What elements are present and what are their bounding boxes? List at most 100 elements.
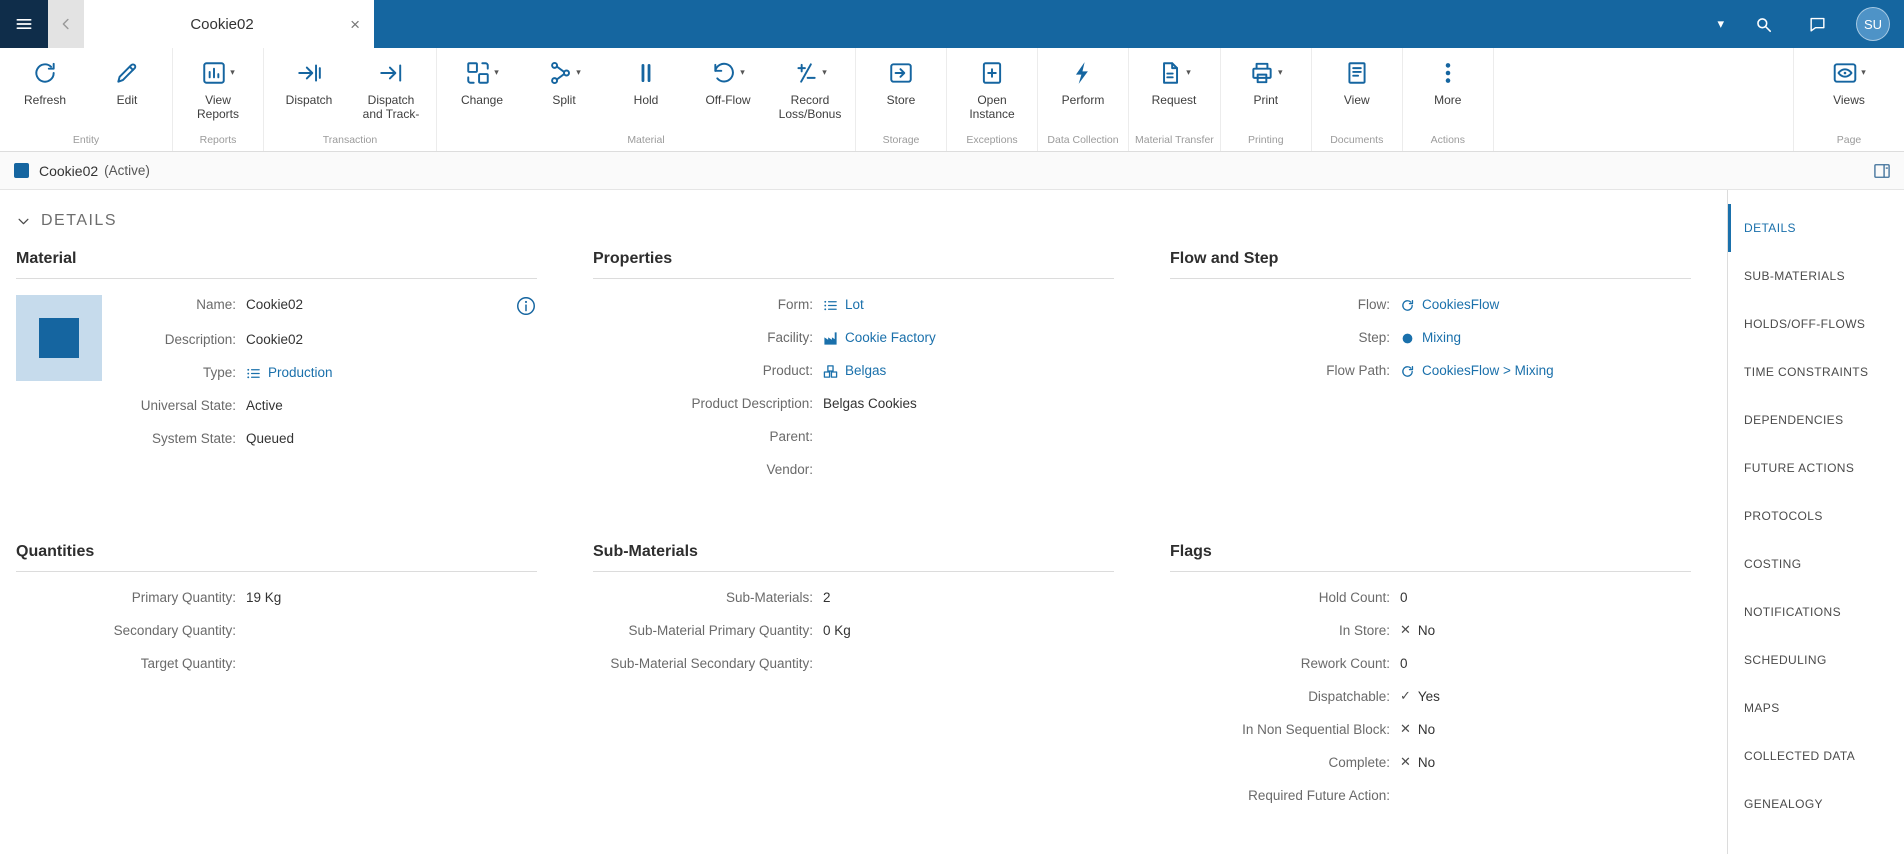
toolbar-group-label: Exceptions — [966, 134, 1018, 146]
tab-cookie02[interactable]: Cookie02 × — [84, 0, 374, 48]
refresh-icon — [32, 60, 58, 86]
toolbar-button-view-reports[interactable]: ▾ View Reports — [177, 56, 259, 130]
user-avatar[interactable]: SU — [1856, 7, 1890, 41]
sidebar-item-protocols[interactable]: PROTOCOLS — [1728, 492, 1904, 540]
sidebar-item-scheduling[interactable]: SCHEDULING — [1728, 636, 1904, 684]
mixing-link[interactable]: Mixing — [1400, 328, 1461, 348]
toolbar-group-documents: View Documents — [1312, 48, 1403, 151]
panel-properties: Properties Form: Lot Facility: Cookie Factor… — [593, 250, 1114, 493]
tab-strip: Cookie02 × — [48, 0, 374, 48]
field-secondary-quantity: Secondary Quantity: — [16, 621, 537, 641]
toolbar-button-label: Record Loss/Bonus — [778, 93, 842, 121]
details-section-header[interactable]: DETAILS — [0, 190, 1727, 246]
field-sub-material-secondary-quantity: Sub-Material Secondary Quantity: — [593, 654, 1114, 674]
field-label: Product: — [762, 363, 813, 378]
panel-title: Quantities — [16, 543, 537, 572]
caret-down-icon: ▾ — [740, 68, 745, 78]
field-dispatchable-value: ✓ Yes — [1400, 687, 1440, 707]
toolbar-button-edit[interactable]: Edit — [86, 56, 168, 130]
toolbar-button-request[interactable]: ▾ Request — [1133, 56, 1215, 130]
open-instance-icon — [979, 60, 1005, 86]
factory-icon — [823, 331, 838, 346]
sidebar-item-genealogy[interactable]: GENEALOGY — [1728, 780, 1904, 828]
info-icon[interactable] — [515, 295, 537, 317]
toolbar-button-more[interactable]: More — [1407, 56, 1489, 130]
field-label: Name: — [196, 297, 236, 312]
toolbar-group-label: Data Collection — [1047, 134, 1119, 146]
caret-down-icon: ▾ — [1861, 68, 1866, 78]
messages-button[interactable] — [1802, 9, 1832, 39]
toolbar-group-actions: More Actions — [1403, 48, 1494, 151]
hamburger-menu-button[interactable] — [0, 0, 48, 48]
sidebar-item-sub-materials[interactable]: SUB-MATERIALS — [1728, 252, 1904, 300]
toolbar-button-refresh[interactable]: Refresh — [4, 56, 86, 130]
x-mark-icon: ✕ — [1400, 755, 1411, 770]
toolbar-button-store[interactable]: Store — [860, 56, 942, 130]
panel-flow-and-step: Flow and Step Flow: CookiesFlow Step: Mixing… — [1170, 250, 1691, 493]
toolbar-button-dispatch-and-track[interactable]: Dispatch and Track- — [350, 56, 432, 130]
toolbar-group-label: Actions — [1430, 134, 1465, 146]
toolbar-button-hold[interactable]: Hold — [605, 56, 687, 130]
toolbar-button-record-loss-bonus[interactable]: ▾ Record Loss/Bonus — [769, 56, 851, 130]
back-button[interactable] — [48, 0, 84, 48]
toolbar-button-label: Open Instance — [969, 93, 1015, 121]
sidebar-item-collected-data[interactable]: COLLECTED DATA — [1728, 732, 1904, 780]
field-label: Description: — [164, 332, 236, 347]
field-complete: Complete: ✕ No — [1170, 753, 1691, 773]
sidebar-item-notifications[interactable]: NOTIFICATIONS — [1728, 588, 1904, 636]
search-button[interactable] — [1748, 9, 1778, 39]
caret-down-icon: ▾ — [576, 68, 581, 78]
toolbar-button-label: Off-Flow — [705, 93, 751, 107]
request-icon — [1157, 60, 1183, 86]
sidebar-item-maps[interactable]: MAPS — [1728, 684, 1904, 732]
toolbar-button-dispatch[interactable]: Dispatch — [268, 56, 350, 130]
field-sub-materials-value: 2 — [823, 590, 831, 605]
field-label: In Non Sequential Block: — [1242, 722, 1390, 737]
cookiesflow-link[interactable]: CookiesFlow — [1400, 295, 1499, 315]
toolbar-button-view[interactable]: View — [1316, 56, 1398, 130]
sidebar-item-details[interactable]: DETAILS — [1728, 204, 1904, 252]
toolbar-button-change[interactable]: ▾ Change — [441, 56, 523, 130]
field-label: Rework Count: — [1300, 656, 1390, 671]
toolbar-button-print[interactable]: ▾ Print — [1225, 56, 1307, 130]
production-link[interactable]: Production — [246, 363, 333, 383]
toolbar-button-label: Perform — [1061, 93, 1105, 107]
sidebar-item-future-actions[interactable]: FUTURE ACTIONS — [1728, 444, 1904, 492]
field-label: Target Quantity: — [140, 656, 236, 671]
toolbar-button-perform[interactable]: Perform — [1042, 56, 1124, 130]
toolbar-group-label: Printing — [1247, 134, 1284, 146]
details-section-title: DETAILS — [41, 212, 117, 229]
search-icon — [1754, 15, 1773, 34]
field-label: Sub-Material Primary Quantity: — [628, 623, 813, 638]
toolbar-button-label: More — [1434, 93, 1462, 107]
material-image — [16, 295, 102, 381]
field-label: Hold Count: — [1318, 590, 1390, 605]
toolbar-group-label: Material Transfer — [1135, 134, 1214, 146]
toolbar-button-open-instance[interactable]: Open Instance — [951, 56, 1033, 130]
open-panel-icon[interactable] — [1872, 161, 1892, 181]
panel-material: Material Name: Cookie02 Description: Cookie0… — [16, 250, 537, 493]
sidebar-item-costing[interactable]: COSTING — [1728, 540, 1904, 588]
close-tab-icon[interactable]: × — [346, 16, 364, 33]
caret-down-icon: ▾ — [822, 68, 827, 78]
view-documents-icon — [1344, 60, 1370, 86]
sidebar-item-dependencies[interactable]: DEPENDENCIES — [1728, 396, 1904, 444]
flow-icon — [1400, 298, 1415, 313]
record-loss-bonus-icon — [793, 60, 819, 86]
cookie-factory-link[interactable]: Cookie Factory — [823, 328, 936, 348]
toolbar-button-split[interactable]: ▾ Split — [523, 56, 605, 130]
sidebar-item-holds-off-flows[interactable]: HOLDS/OFF-FLOWS — [1728, 300, 1904, 348]
field-target-quantity: Target Quantity: — [16, 654, 537, 674]
toolbar-button-off-flow[interactable]: ▾ Off-Flow — [687, 56, 769, 130]
toolbar-group-transaction: Dispatch Dispatch and Track- Transaction — [264, 48, 437, 151]
field-rework-count: Rework Count: 0 — [1170, 654, 1691, 674]
sidebar-item-time-constraints[interactable]: TIME CONSTRAINTS — [1728, 348, 1904, 396]
field-description-value: Cookie02 — [246, 332, 304, 347]
cookiesflow-mixing-link[interactable]: CookiesFlow > Mixing — [1400, 361, 1554, 381]
chevron-down-icon[interactable]: ▾ — [1717, 17, 1724, 32]
belgas-link[interactable]: Belgas — [823, 361, 886, 381]
lot-link[interactable]: Lot — [823, 295, 864, 315]
toolbar-group-label: Storage — [882, 134, 920, 146]
toolbar-button-views[interactable]: ▾ Views — [1808, 56, 1890, 130]
dispatch-track-icon — [378, 60, 404, 86]
